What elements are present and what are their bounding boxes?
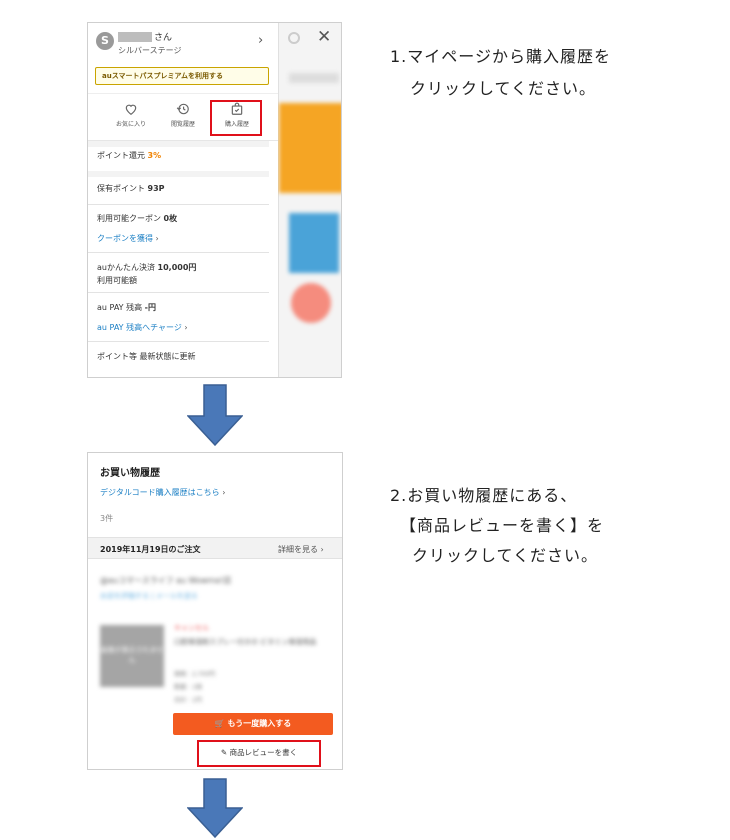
au-easy-payment-label: auかんたん決済 [97,263,155,272]
divider [88,292,269,293]
divider [88,204,269,205]
order-count: 3件 [100,514,114,523]
item-name: 口腔保湿剤スプレー付きの ビタミン保湿用品 [174,638,317,646]
points-return-value: 3% [147,151,162,160]
step2-instruction-line1: 2.お買い物履歴にある、 [390,486,578,505]
au-pay-charge-link[interactable]: au PAY 残高へチャージ [97,322,188,333]
au-easy-payment-sub: 利用可能額 [97,276,137,285]
order-header: 2019年11月19日のご注文 詳細を見る [88,537,342,559]
background-page [278,23,341,377]
item-status: キャンセル [174,624,209,632]
order-detail-link[interactable]: 詳細を見る [278,544,324,555]
stage-badge-icon: S [96,32,114,50]
au-pay-balance-label: au PAY 残高 [97,303,143,312]
mypage-menu: S さん シルバーステージ › auスマートパスプレミアムを利用する お気に入り… [88,23,278,377]
history-icon [176,103,189,115]
coupon-label: 利用可能クーポン [97,214,161,223]
purchase-history-screenshot: お買い物履歴 デジタルコード購入履歴はこちら 3件 2019年11月19日のご注… [87,452,343,770]
divider [88,341,269,342]
shop-links[interactable]: お店を評価する | メールを送る [100,591,198,601]
chevron-right-icon[interactable]: › [258,33,263,48]
item-price: 価格：2,700円 [174,671,216,678]
user-header[interactable]: S さん シルバーステージ › [88,23,278,63]
page-title: お買い物履歴 [100,468,160,479]
close-icon[interactable]: ✕ [317,27,331,47]
divider [88,171,269,177]
cart-icon: 🛒 [214,719,225,728]
get-coupon-link[interactable]: クーポンを獲得 [97,233,159,244]
points-return-label: ポイント還元 [97,151,145,160]
browsing-history-button[interactable]: 閲覧履歴 [158,102,208,128]
points-return-row: ポイント還元 3% [97,150,161,161]
mypage-menu-screenshot: ✕ S さん シルバーステージ › auスマートパスプレミアムを利用する お気に… [87,22,342,378]
thumbnail-text: 画像が表示されません [100,646,164,664]
au-easy-payment-row: auかんたん決済 10,000円 [97,262,196,273]
order-date: 2019年11月19日のご注文 [100,545,201,554]
item-total: 合計：1円 [174,697,202,704]
favorites-button[interactable]: お気に入り [106,102,156,128]
search-icon[interactable] [288,32,300,44]
user-name-redacted [118,32,152,42]
refresh-status-button[interactable]: ポイント等 最新状態に更新 [97,351,196,362]
down-arrow-icon [187,778,243,838]
rebuy-button[interactable]: 🛒 もう一度購入する [173,713,333,735]
product-thumbnail: 画像が表示されません [100,625,164,687]
heart-icon [125,104,137,115]
divider [88,252,269,253]
item-quantity: 数量：1個 [174,684,202,691]
rebuy-label: もう一度購入する [227,719,292,728]
au-pay-balance-value: -円 [144,303,156,312]
purchase-history-highlight [210,100,262,136]
step2-instruction-line2: 【商品レビューを書く】を [400,516,605,535]
stage-label: シルバーステージ [118,46,182,55]
held-points-value: 93P [147,184,165,193]
coupon-value: 0枚 [163,214,178,223]
coupon-row: 利用可能クーポン 0枚 [97,213,177,224]
premium-button[interactable]: auスマートパスプレミアムを利用する [95,67,269,85]
down-arrow-icon [187,384,243,446]
shop-name: @auコマースライフ au Wowma!店 [100,576,232,585]
user-name-suffix: さん [154,33,173,43]
divider [88,141,269,147]
write-review-highlight [197,740,321,767]
browsing-history-label: 閲覧履歴 [170,121,195,128]
step1-instruction-line1: 1.マイページから購入履歴を [390,47,611,66]
digital-code-history-link[interactable]: デジタルコード購入履歴はこちら [100,487,225,498]
held-points-row: 保有ポイント 93P [97,183,165,194]
held-points-label: 保有ポイント [97,184,145,193]
au-pay-balance-row: au PAY 残高 -円 [97,302,156,313]
step1-instruction-line2: クリックしてください。 [410,79,597,98]
favorites-label: お気に入り [115,121,146,128]
step2-instruction-line3: クリックしてください。 [412,546,599,565]
au-easy-payment-value: 10,000円 [157,263,197,272]
